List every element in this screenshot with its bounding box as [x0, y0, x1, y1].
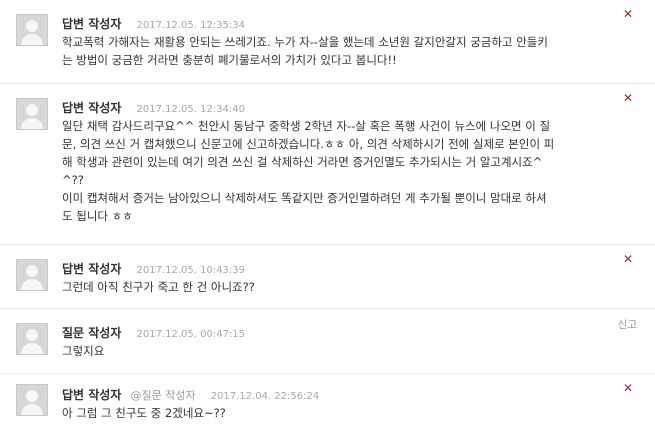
avatar[interactable] — [16, 259, 48, 291]
author-name[interactable]: 답변 작성자 — [62, 262, 121, 276]
avatar[interactable] — [16, 98, 48, 130]
comment-body: 일단 채택 감사드리구요^^ 천안시 동남구 중학생 2학년 자--살 혹은 폭… — [62, 117, 627, 225]
comment-body: 학교폭력 가해자는 재활용 안되는 쓰레기죠. 누가 자--살을 했는데 소년원… — [62, 33, 627, 69]
comment-item: 답변 작성자 2017.12.05. 10:43:39 그런데 아직 친구가 죽… — [0, 245, 655, 309]
comment-meta: 답변 작성자 @질문 작성자 2017.12.04. 22:56:24 — [62, 384, 319, 403]
delete-icon[interactable]: ✕ — [623, 92, 633, 104]
comment-line: ^?? — [62, 173, 84, 187]
avatar[interactable] — [16, 323, 48, 355]
comment-meta: 답변 작성자 2017.12.05. 12:35:34 — [62, 13, 245, 32]
comment-line: 그런데 아직 친구가 죽고 한 건 아니죠?? — [62, 280, 255, 294]
mention-tag[interactable]: @질문 작성자 — [130, 389, 195, 402]
author-name[interactable]: 답변 작성자 — [62, 101, 121, 115]
comment-item: 답변 작성자 2017.12.05. 12:34:40 일단 채택 감사드리구요… — [0, 84, 655, 245]
comment-line: 도 됩니다 ㅎㅎ — [62, 209, 133, 223]
comment-item: 답변 작성자 2017.12.05. 12:35:34 학교폭력 가해자는 재활… — [0, 0, 655, 84]
comment-body: 그렇지요 — [62, 342, 627, 360]
comment-line: 그렇지요 — [62, 344, 105, 358]
comment-line: 학교폭력 가해자는 재활용 안되는 쓰레기죠. 누가 자--살을 했는데 소년원… — [62, 35, 548, 49]
avatar[interactable] — [16, 384, 48, 416]
comment-meta: 답변 작성자 2017.12.05. 10:43:39 — [62, 258, 245, 277]
comment-date: 2017.12.05. 12:35:34 — [136, 20, 246, 31]
comment-meta: 답변 작성자 2017.12.05. 12:34:40 — [62, 97, 245, 116]
avatar[interactable] — [16, 14, 48, 46]
comment-item: 답변 작성자 @질문 작성자 2017.12.04. 22:56:24 아 그럼… — [0, 374, 655, 443]
comment-date: 2017.12.05. 10:43:39 — [136, 265, 246, 276]
comment-line: 이미 캡쳐해서 증거는 남아있으니 삭제하셔도 똑같지만 증거인멸하려던 게 추… — [62, 191, 547, 205]
comment-line: 는 방법이 궁금한 거라면 충분히 폐기물로서의 가치가 있다고 봅니다!! — [62, 53, 397, 67]
comment-meta: 질문 작성자 2017.12.05. 00:47:15 — [62, 322, 245, 341]
delete-icon[interactable]: ✕ — [623, 8, 633, 20]
author-name[interactable]: 질문 작성자 — [62, 326, 121, 340]
comment-line: 아 그럼 그 친구도 중 2겠네요~?? — [62, 406, 226, 420]
comment-body: 그런데 아직 친구가 죽고 한 건 아니죠?? — [62, 278, 627, 296]
comment-line: 해 학생과 관련이 있는데 여기 의견 쓰신 걸 삭제하신 거라면 증거인멸도 … — [62, 155, 543, 169]
comment-list: 답변 작성자 2017.12.05. 12:35:34 학교폭력 가해자는 재활… — [0, 0, 655, 443]
comment-date: 2017.12.05. 12:34:40 — [136, 104, 246, 115]
report-button[interactable]: 신고 — [618, 317, 637, 332]
delete-icon[interactable]: ✕ — [623, 382, 633, 394]
author-name[interactable]: 답변 작성자 — [62, 17, 121, 31]
comment-line: 문, 의견 쓰신 거 캡쳐했으니 신문고에 신고하겠습니다.ㅎㅎ 아, 의견 삭… — [62, 137, 555, 151]
comment-date: 2017.12.04. 22:56:24 — [210, 391, 320, 402]
comment-date: 2017.12.05. 00:47:15 — [136, 329, 246, 340]
delete-icon[interactable]: ✕ — [623, 253, 633, 265]
comment-item: 질문 작성자 2017.12.05. 00:47:15 그렇지요 신고 — [0, 309, 655, 374]
comment-line: 일단 채택 감사드리구요^^ 천안시 동남구 중학생 2학년 자--살 혹은 폭… — [62, 119, 551, 133]
comment-body: 아 그럼 그 친구도 중 2겠네요~?? — [62, 404, 627, 422]
author-name[interactable]: 답변 작성자 — [62, 388, 121, 402]
